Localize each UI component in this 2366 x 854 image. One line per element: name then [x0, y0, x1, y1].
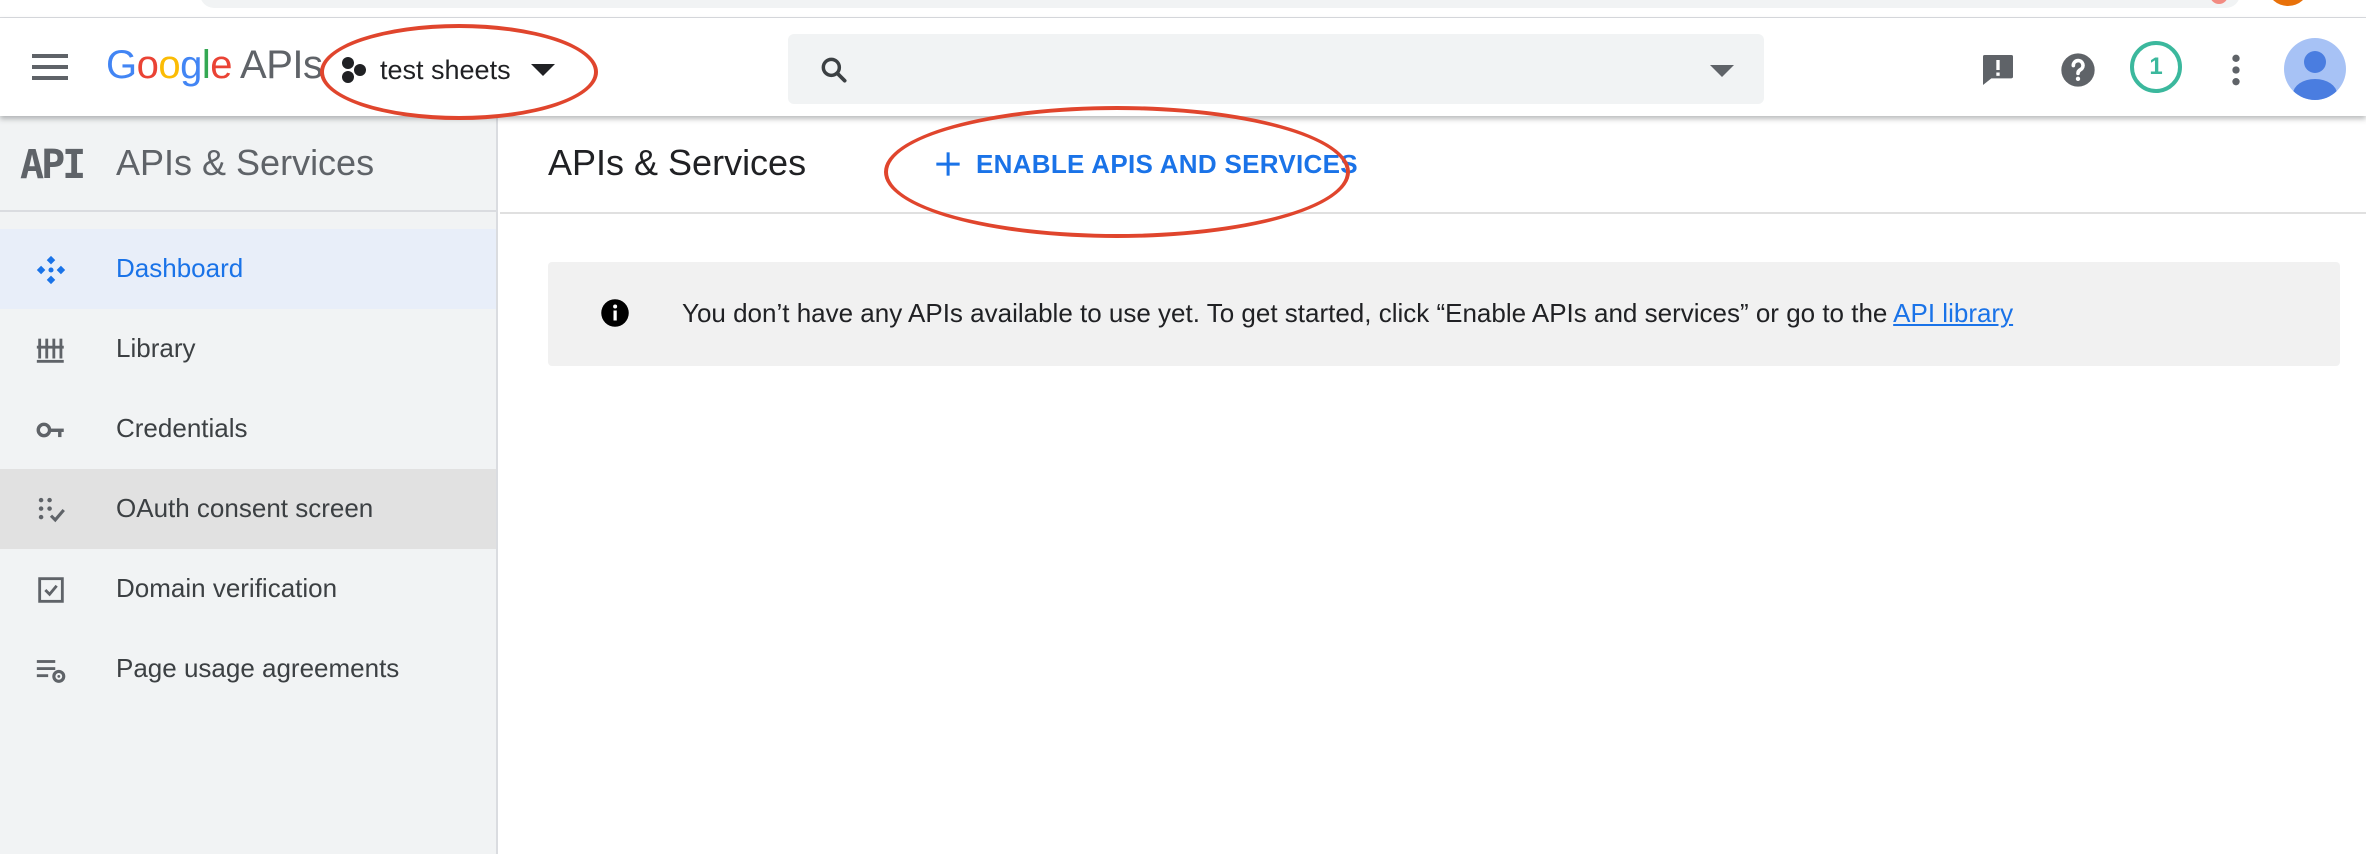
checkbox-icon — [38, 577, 64, 603]
sidebar-item-label: Credentials — [116, 413, 248, 443]
menu-bar — [32, 54, 68, 58]
main-menu-button[interactable] — [28, 50, 74, 84]
banner-message: You don’t have any APIs available to use… — [682, 298, 2013, 329]
page-title: APIs & Services — [548, 142, 807, 183]
sidebar-title: APIs & Services — [116, 142, 375, 183]
search-bar[interactable] — [788, 34, 1764, 104]
sidebar-item-credentials[interactable]: Credentials — [0, 389, 496, 469]
google-apis-logo[interactable]: Google APIs — [106, 40, 323, 90]
sidebar-item-library[interactable]: Library — [0, 309, 496, 389]
search-dropdown-icon[interactable] — [1710, 65, 1734, 77]
sidebar-item-oauth-consent-screen[interactable]: OAuth consent screen — [0, 469, 496, 549]
chevron-down-icon — [530, 64, 555, 76]
account-avatar[interactable] — [2284, 38, 2346, 100]
sidebar-item-label: Page usage agreements — [116, 653, 400, 683]
search-icon — [821, 57, 847, 83]
top-header: Google APIs test sheets 1 — [0, 18, 2366, 116]
project-name: test sheets — [380, 54, 511, 85]
sidebar-item-label: Library — [116, 333, 196, 363]
feedback-icon[interactable] — [1978, 50, 2018, 90]
help-icon[interactable] — [2058, 50, 2098, 90]
sidebar-header: API APIs & Services — [0, 116, 496, 212]
menu-bar — [32, 65, 68, 69]
key-icon — [36, 422, 64, 438]
browser-profile-icon[interactable] — [2268, 0, 2308, 6]
more-vert-icon[interactable] — [2216, 50, 2256, 90]
api-logo-icon: API — [20, 142, 86, 188]
notifications-badge[interactable]: 1 — [2130, 41, 2182, 93]
sidebar-item-dashboard[interactable]: Dashboard — [0, 229, 496, 309]
project-selector[interactable]: test sheets — [340, 46, 555, 94]
dashboard-icon — [36, 255, 66, 285]
menu-bar — [32, 76, 68, 80]
person-icon — [2293, 51, 2337, 100]
project-hexagon-icon — [342, 57, 366, 83]
browser-chrome — [0, 0, 2366, 18]
settings-list-icon — [36, 660, 66, 683]
browser-address-bar[interactable] — [200, 0, 2240, 8]
apis-logo-text: APIs — [240, 43, 323, 87]
plus-icon — [936, 152, 960, 176]
consent-icon — [38, 497, 65, 523]
left-sidebar: API APIs & Services Dashboard Library Cr… — [0, 116, 498, 854]
sidebar-item-label: Domain verification — [116, 573, 338, 603]
sidebar-item-label: Dashboard — [116, 253, 244, 283]
info-banner: You don’t have any APIs available to use… — [548, 262, 2340, 366]
banner-text: You don’t have any APIs available to use… — [682, 298, 1894, 328]
google-logo-text: Google — [106, 43, 233, 87]
sidebar-item-domain-verification[interactable]: Domain verification — [0, 549, 496, 629]
search-input[interactable] — [868, 48, 1668, 90]
enable-apis-label: ENABLE APIS AND SERVICES — [976, 148, 1358, 179]
library-icon — [36, 338, 64, 363]
sidebar-item-label: OAuth consent screen — [116, 493, 374, 523]
enable-apis-button[interactable]: ENABLE APIS AND SERVICES — [920, 136, 1372, 192]
sidebar-item-page-usage-agreements[interactable]: Page usage agreements — [0, 629, 496, 709]
main-header: APIs & Services ENABLE APIS AND SERVICES — [500, 116, 2366, 214]
info-icon — [601, 299, 629, 327]
api-library-link[interactable]: API library — [1893, 298, 2013, 328]
